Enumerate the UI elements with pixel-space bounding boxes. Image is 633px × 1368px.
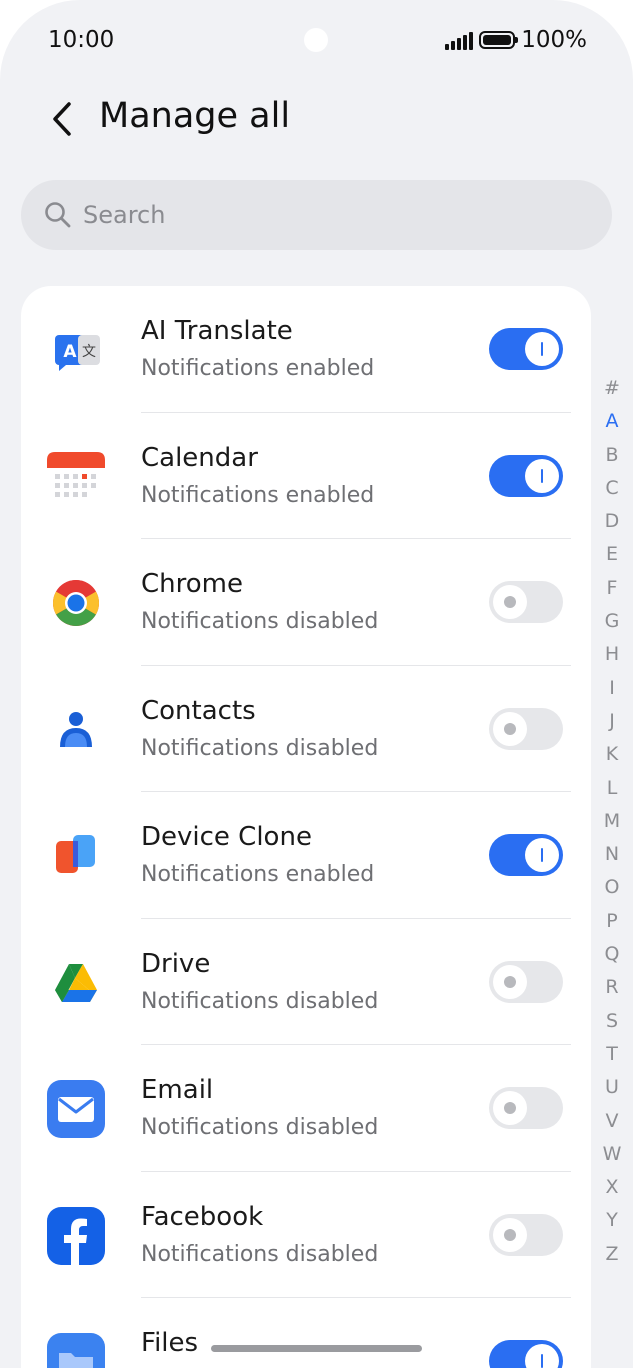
notification-toggle-drive[interactable]	[489, 960, 563, 1003]
index-letter[interactable]: P	[598, 905, 626, 938]
index-letter[interactable]: E	[598, 538, 626, 571]
index-letter[interactable]: C	[598, 472, 626, 505]
notification-toggle-device-clone[interactable]	[489, 834, 563, 876]
notification-status: Notifications disabled	[141, 1241, 379, 1267]
index-letter[interactable]: T	[598, 1038, 626, 1071]
list-item[interactable]: Email Notifications disabled	[21, 1045, 591, 1172]
page-title: Manage all	[99, 96, 291, 136]
app-name: Email	[141, 1075, 214, 1105]
index-letter[interactable]: Y	[598, 1204, 626, 1237]
index-letter[interactable]: G	[598, 605, 626, 638]
notification-status: Notifications disabled	[141, 609, 379, 634]
notification-status: Notifications enabled	[141, 356, 375, 381]
notification-status: Notifications disabled	[141, 735, 379, 761]
app-name: Device Clone	[141, 822, 312, 852]
alphabet-index[interactable]: # A B C D E F G H I J K L M N O P Q R S T U V W X Y Z	[598, 372, 626, 1271]
battery-icon	[479, 31, 519, 49]
index-letter[interactable]: J	[598, 705, 626, 738]
index-letter[interactable]: D	[598, 505, 626, 538]
index-letter[interactable]: M	[598, 805, 626, 838]
app-name: Files	[141, 1328, 199, 1358]
battery-percent: 100%	[521, 27, 587, 53]
search-input[interactable]	[81, 200, 535, 230]
list-item[interactable]: Chrome Notifications disabled	[21, 539, 591, 666]
list-item[interactable]: Calendar Notifications enabled	[21, 413, 591, 539]
index-letter[interactable]: O	[598, 871, 626, 904]
index-letter[interactable]: L	[598, 772, 626, 805]
index-letter[interactable]: W	[598, 1138, 626, 1171]
svg-text:文: 文	[82, 344, 96, 360]
index-letter[interactable]: S	[598, 1005, 626, 1038]
calendar-icon	[47, 451, 105, 497]
index-letter[interactable]: B	[598, 439, 626, 472]
app-list: A 文 AI Translate Notifications enabled C…	[21, 286, 591, 1368]
index-letter[interactable]: V	[598, 1105, 626, 1138]
header: Manage all	[0, 88, 633, 148]
svg-text:A: A	[63, 342, 77, 362]
notification-toggle-facebook[interactable]	[489, 1213, 563, 1256]
index-letter[interactable]: X	[598, 1171, 626, 1204]
index-letter[interactable]: H	[598, 638, 626, 671]
app-name: Calendar	[141, 442, 258, 473]
status-time: 10:00	[48, 27, 115, 53]
index-letter[interactable]: Z	[598, 1238, 626, 1271]
list-item[interactable]: Files	[21, 1298, 591, 1368]
app-name: Drive	[141, 948, 211, 979]
app-name: Contacts	[141, 695, 256, 726]
index-letter[interactable]: K	[598, 738, 626, 771]
notification-status: Notifications disabled	[141, 1115, 379, 1140]
notification-status: Notifications enabled	[141, 862, 375, 887]
notification-toggle-files[interactable]	[489, 1340, 563, 1368]
screen: 10:00 100% Manage all Search A 文 AI Tran…	[0, 0, 633, 1368]
back-arrow-icon	[53, 102, 71, 136]
notification-toggle-contacts[interactable]	[489, 707, 563, 750]
drive-icon	[55, 963, 97, 1002]
app-name: Chrome	[141, 569, 243, 599]
back-button[interactable]	[40, 94, 84, 144]
translate-icon: A 文	[55, 335, 100, 371]
index-letter[interactable]: A	[598, 405, 626, 438]
index-letter[interactable]: U	[598, 1071, 626, 1104]
notification-toggle-calendar[interactable]	[489, 454, 563, 497]
index-letter[interactable]: I	[598, 672, 626, 705]
home-indicator[interactable]	[211, 1345, 422, 1352]
notification-toggle-chrome[interactable]	[489, 581, 563, 623]
search-icon	[45, 202, 71, 228]
index-letter[interactable]: F	[598, 572, 626, 605]
device-clone-icon	[56, 835, 95, 873]
chrome-icon	[52, 579, 100, 627]
notification-status: Notifications enabled	[141, 482, 375, 508]
list-item[interactable]: Facebook Notifications disabled	[21, 1172, 591, 1298]
list-item[interactable]: A 文 AI Translate Notifications enabled	[21, 286, 591, 413]
camera-cutout	[304, 28, 328, 52]
app-name: Facebook	[141, 1201, 264, 1232]
notification-toggle-ai-translate[interactable]	[489, 328, 563, 370]
app-name: AI Translate	[141, 316, 293, 346]
list-item[interactable]: Drive Notifications disabled	[21, 919, 591, 1045]
contacts-icon	[60, 711, 92, 747]
files-icon	[47, 1333, 105, 1368]
notification-status: Notifications disabled	[141, 988, 379, 1014]
notification-toggle-email[interactable]	[489, 1087, 563, 1129]
index-letter[interactable]: #	[598, 372, 626, 405]
index-letter[interactable]: N	[598, 838, 626, 871]
signal-icon	[445, 30, 474, 50]
search-bar[interactable]	[21, 180, 612, 250]
index-letter[interactable]: Q	[598, 938, 626, 971]
list-item[interactable]: Contacts Notifications disabled	[21, 666, 591, 792]
status-indicators: 100%	[445, 27, 587, 53]
email-icon	[47, 1080, 105, 1138]
index-letter[interactable]: R	[598, 971, 626, 1004]
facebook-icon	[47, 1206, 105, 1265]
list-item[interactable]: Device Clone Notifications enabled	[21, 792, 591, 919]
status-bar: 10:00 100%	[0, 0, 633, 80]
